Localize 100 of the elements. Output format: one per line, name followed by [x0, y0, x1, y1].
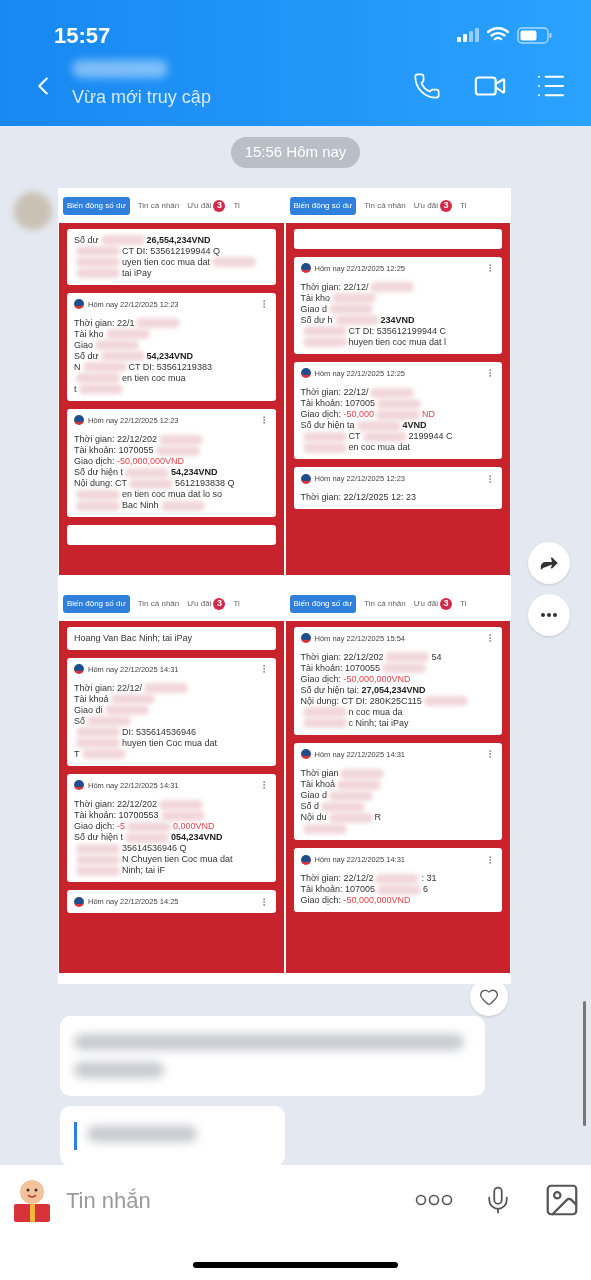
redaction-smudge — [160, 500, 205, 511]
phone-icon[interactable] — [413, 71, 441, 100]
redaction-smudge — [143, 683, 188, 694]
transaction-text: CT DI: 535612199944 C — [348, 325, 446, 337]
transaction-text: Nội du — [300, 812, 327, 823]
transaction-text: Thời gian: 22/12/2025 12: 23 — [300, 492, 416, 504]
redaction-smudge — [76, 854, 120, 865]
bank-logo-icon — [300, 749, 311, 760]
transaction-text: CT DI: 535612199944 Q — [122, 245, 220, 257]
tab[interactable]: Ti — [233, 199, 240, 212]
tab[interactable]: Ti — [459, 597, 467, 610]
avatar — [14, 191, 52, 230]
transaction-text: Số dư — [74, 350, 99, 362]
tab[interactable]: Ti — [459, 199, 467, 212]
redaction-smudge — [375, 873, 420, 884]
redaction-smudge — [110, 694, 155, 705]
redaction-smudge — [78, 384, 123, 395]
transaction-text: Số dư hiện ta — [300, 420, 355, 431]
transaction-text: 5612193838 Q — [175, 478, 235, 489]
redaction-smudge — [385, 652, 430, 663]
redaction-smudge — [76, 500, 120, 511]
transaction-text: Thời gian: 22/12/202 — [300, 651, 384, 663]
redaction-smudge — [334, 315, 379, 326]
tab[interactable]: Ưu đãi 3 — [187, 597, 226, 610]
bank-logo-icon — [300, 854, 311, 865]
transaction-text: Số dư h — [300, 314, 333, 326]
tab[interactable]: Tin cá nhân — [364, 597, 406, 610]
transaction-text: uyen tien coc mua dat — [122, 256, 211, 268]
transaction-text: Tài khoản: 107005 — [300, 884, 376, 896]
redaction-smudge — [158, 434, 203, 445]
transaction-text: Tài khoả — [300, 779, 336, 790]
redaction-smudge — [76, 257, 120, 267]
transaction-text: Tài khoản: 107005 — [300, 398, 376, 409]
redaction-smudge — [104, 705, 149, 716]
transaction-text: Thời gian: 22/12/ — [300, 281, 369, 293]
tab[interactable]: Ưu đãi 3 — [413, 199, 452, 212]
tab[interactable]: Biến động số dư — [63, 594, 130, 613]
transaction-text: Tài khoản: 10700553 — [74, 810, 159, 821]
bank-logo-icon — [300, 263, 311, 274]
transaction-text: en coc mua dat — [348, 442, 411, 453]
bank-logo-icon — [74, 415, 84, 426]
tab[interactable]: Biến động số dư — [289, 594, 357, 613]
redaction-smudge — [302, 823, 347, 834]
tab[interactable]: Ưu đãi 3 — [187, 199, 226, 212]
react-heart-button[interactable] — [470, 978, 508, 1016]
balance-amount: 54,234VND — [146, 350, 194, 362]
redaction-smudge — [302, 326, 347, 337]
transaction-text: Tài khoản: 1070055 — [74, 445, 154, 456]
redaction-smudge — [76, 738, 120, 749]
transaction-text: Tài kho — [74, 328, 104, 340]
redaction-smudge — [212, 257, 257, 267]
more-button[interactable] — [528, 593, 570, 636]
tab[interactable]: Ti — [233, 597, 240, 610]
tab[interactable]: Biến động số dư — [289, 196, 357, 215]
transaction-text: R — [374, 812, 381, 823]
redaction-smudge — [155, 445, 200, 456]
transaction-text: Thời gian — [300, 768, 339, 779]
transaction-text: 54 — [431, 651, 442, 663]
debit-amount: ND — [422, 409, 436, 420]
redaction-smudge — [332, 293, 376, 304]
transaction-text: Số — [74, 715, 85, 727]
transaction-text: 2199944 C — [408, 431, 453, 442]
redaction-smudge — [370, 387, 415, 398]
redaction-smudge — [129, 478, 174, 489]
transaction-text: N — [74, 361, 81, 373]
balance-amount: 26,554,234VND — [146, 234, 211, 246]
redaction-smudge — [302, 442, 347, 453]
redaction-smudge — [125, 832, 170, 843]
more-options-icon[interactable] — [415, 1194, 453, 1206]
redaction-smudge — [337, 779, 382, 790]
forward-button[interactable] — [528, 541, 570, 584]
redaction-smudge — [329, 790, 374, 801]
transaction-text: Hoang Van Bac Ninh; tai iPay — [74, 632, 192, 644]
debit-amount: -5 — [117, 821, 126, 832]
tab[interactable]: Tin cá nhân — [364, 199, 406, 212]
bank-logo-icon — [74, 780, 84, 791]
tab[interactable]: Tin cá nhân — [137, 199, 180, 212]
transaction-text: Tài kho — [300, 292, 330, 304]
battery-icon — [517, 26, 553, 44]
transaction-text: Tài khoả — [74, 693, 109, 705]
tab[interactable]: Tin cá nhân — [137, 597, 180, 610]
bank-logo-icon — [300, 473, 311, 484]
redaction-smudge — [100, 235, 145, 245]
transaction-text: Nội dung: CT DI: 280K25C115 — [300, 695, 422, 707]
balance-amount: 27,054,234VND — [361, 684, 426, 696]
balance-amount: 54,234VND — [171, 467, 218, 478]
transaction-text: 6 — [423, 884, 429, 896]
redaction-smudge — [76, 246, 120, 256]
transaction-text: Giao d — [300, 303, 328, 315]
bank-logo-icon — [74, 664, 84, 675]
redaction-smudge — [362, 431, 407, 442]
redaction-smudge — [76, 865, 120, 876]
tab[interactable]: Biến động số dư — [63, 196, 130, 215]
transaction-text: en tien coc mua — [122, 372, 186, 384]
redaction-smudge — [125, 467, 170, 478]
shared-photo[interactable] — [58, 187, 511, 984]
transaction-text: en tien coc mua dat lo so — [122, 489, 223, 500]
tab[interactable]: Ưu đãi 3 — [413, 597, 452, 610]
debit-amount: -50,000,000VND — [117, 456, 185, 467]
redaction-smudge — [376, 409, 421, 420]
